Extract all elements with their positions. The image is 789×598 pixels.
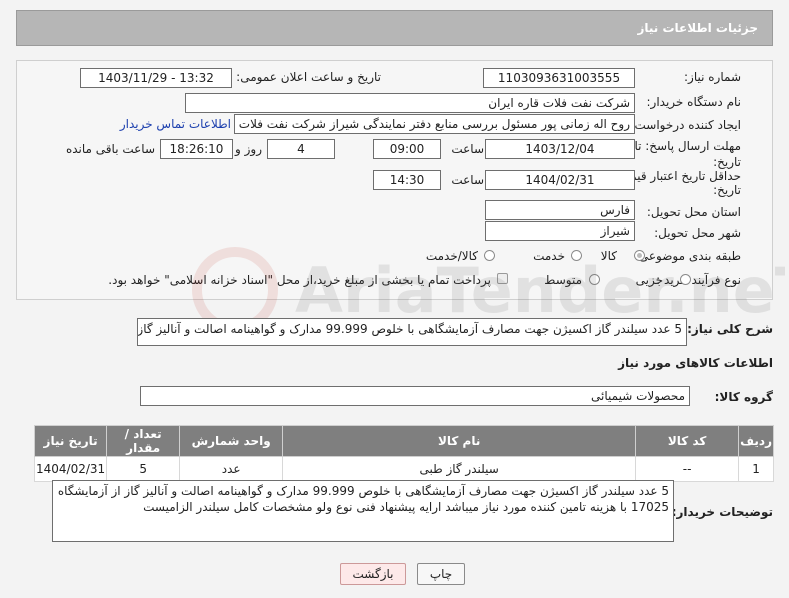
process-label: نوع فرآیند خرید : [656, 273, 741, 287]
category-label: طبقه بندی موضوعی: [634, 249, 741, 263]
table-row[interactable]: 1404/02/31 5 عدد سیلندر گاز طبی -- 1 [33, 456, 774, 482]
buyer-org-field[interactable]: شرکت نفت فلات قاره ایران [185, 93, 635, 113]
cell-qty: 5 [106, 456, 181, 482]
goods-group-field[interactable]: محصولات شیمیائی [140, 386, 690, 406]
validity-date-field[interactable]: 1404/02/31 [485, 170, 635, 190]
deadline-time-field[interactable]: 09:00 [373, 139, 441, 159]
need-number-field[interactable]: 1103093631003555 [483, 68, 635, 88]
city-label: شهر محل تحویل: [654, 226, 741, 240]
description-field[interactable]: 5 عدد سیلندر گاز اکسیژن جهت مصارف آزمایش… [137, 318, 687, 346]
deadline-time-label: ساعت [451, 142, 484, 156]
goods-table-header: تاریخ نیاز تعداد / مقدار واحد شمارش نام … [33, 425, 774, 457]
cell-row: 1 [738, 456, 774, 482]
process-option-minor: جزیی [635, 273, 663, 287]
category-option-goods: کالا [600, 249, 617, 263]
creator-label: ایجاد کننده درخواست: [630, 118, 741, 132]
days-label: روز و [235, 142, 262, 156]
need-number-label: شماره نیاز: [684, 70, 741, 84]
buyer-contact-link[interactable]: اطلاعات تماس خریدار [120, 117, 231, 131]
col-date: تاریخ نیاز [33, 425, 108, 457]
remaining-time-label: ساعت باقی مانده [65, 142, 155, 156]
goods-table: تاریخ نیاز تعداد / مقدار واحد شمارش نام … [33, 425, 774, 482]
description-label: شرح کلی نیاز: [687, 322, 773, 336]
cell-unit: عدد [179, 456, 284, 482]
validity-time-field[interactable]: 14:30 [373, 170, 441, 190]
cell-name: سیلندر گاز طبی [282, 456, 637, 482]
page-title: جزئیات اطلاعات نیاز [637, 21, 758, 35]
treasury-payment-note: پرداخت تمام یا بخشی از مبلغ خرید،از محل … [108, 273, 491, 287]
col-row: ردیف [738, 425, 774, 457]
validity-label-date: تاریخ: [713, 183, 741, 197]
col-code: کد کالا [635, 425, 740, 457]
col-qty: تعداد / مقدار [106, 425, 181, 457]
announce-date-label: تاریخ و ساعت اعلان عمومی: [236, 70, 381, 84]
col-unit: واحد شمارش [179, 425, 284, 457]
print-button[interactable]: چاپ [417, 563, 465, 585]
days-remaining-field[interactable]: 4 [267, 139, 335, 159]
process-radio-minor[interactable] [680, 274, 691, 285]
goods-section-title: اطلاعات کالاهای مورد نیاز [618, 356, 773, 370]
category-option-both: کالا/خدمت [425, 249, 478, 263]
category-radio-service[interactable] [571, 250, 582, 261]
buyer-notes-label: توضیحات خریدار: [671, 505, 773, 519]
validity-time-label: ساعت [451, 173, 484, 187]
deadline-label: مهلت ارسال پاسخ: تا [634, 139, 741, 153]
cell-code: -- [635, 456, 740, 482]
col-name: نام کالا [282, 425, 637, 457]
page-header: جزئیات اطلاعات نیاز [16, 10, 773, 46]
remaining-time-field[interactable]: 18:26:10 [160, 139, 233, 159]
creator-field[interactable]: روح اله زمانی پور مسئول بررسی منابع دفتر… [234, 114, 635, 134]
category-option-service: خدمت [533, 249, 565, 263]
deadline-label-date: تاریخ: [713, 155, 741, 169]
deadline-date-field[interactable]: 1403/12/04 [485, 139, 635, 159]
category-radio-both[interactable] [484, 250, 495, 261]
cell-date: 1404/02/31 [33, 456, 108, 482]
province-label: استان محل تحویل: [646, 205, 741, 219]
process-option-medium: متوسط [544, 273, 582, 287]
city-field[interactable]: شیراز [485, 221, 635, 241]
province-field[interactable]: فارس [485, 200, 635, 220]
treasury-payment-checkbox[interactable] [497, 273, 508, 284]
buyer-org-label: نام دستگاه خریدار: [646, 95, 742, 109]
category-radio-goods[interactable] [634, 250, 645, 261]
process-radio-medium[interactable] [589, 274, 600, 285]
back-button[interactable]: بازگشت [340, 563, 406, 585]
goods-group-label: گروه کالا: [714, 390, 773, 404]
announce-date-field[interactable]: 1403/11/29 - 13:32 [80, 68, 232, 88]
buyer-notes-field[interactable]: 5 عدد سیلندر گاز اکسیژن جهت مصارف آزمایش… [52, 480, 674, 542]
